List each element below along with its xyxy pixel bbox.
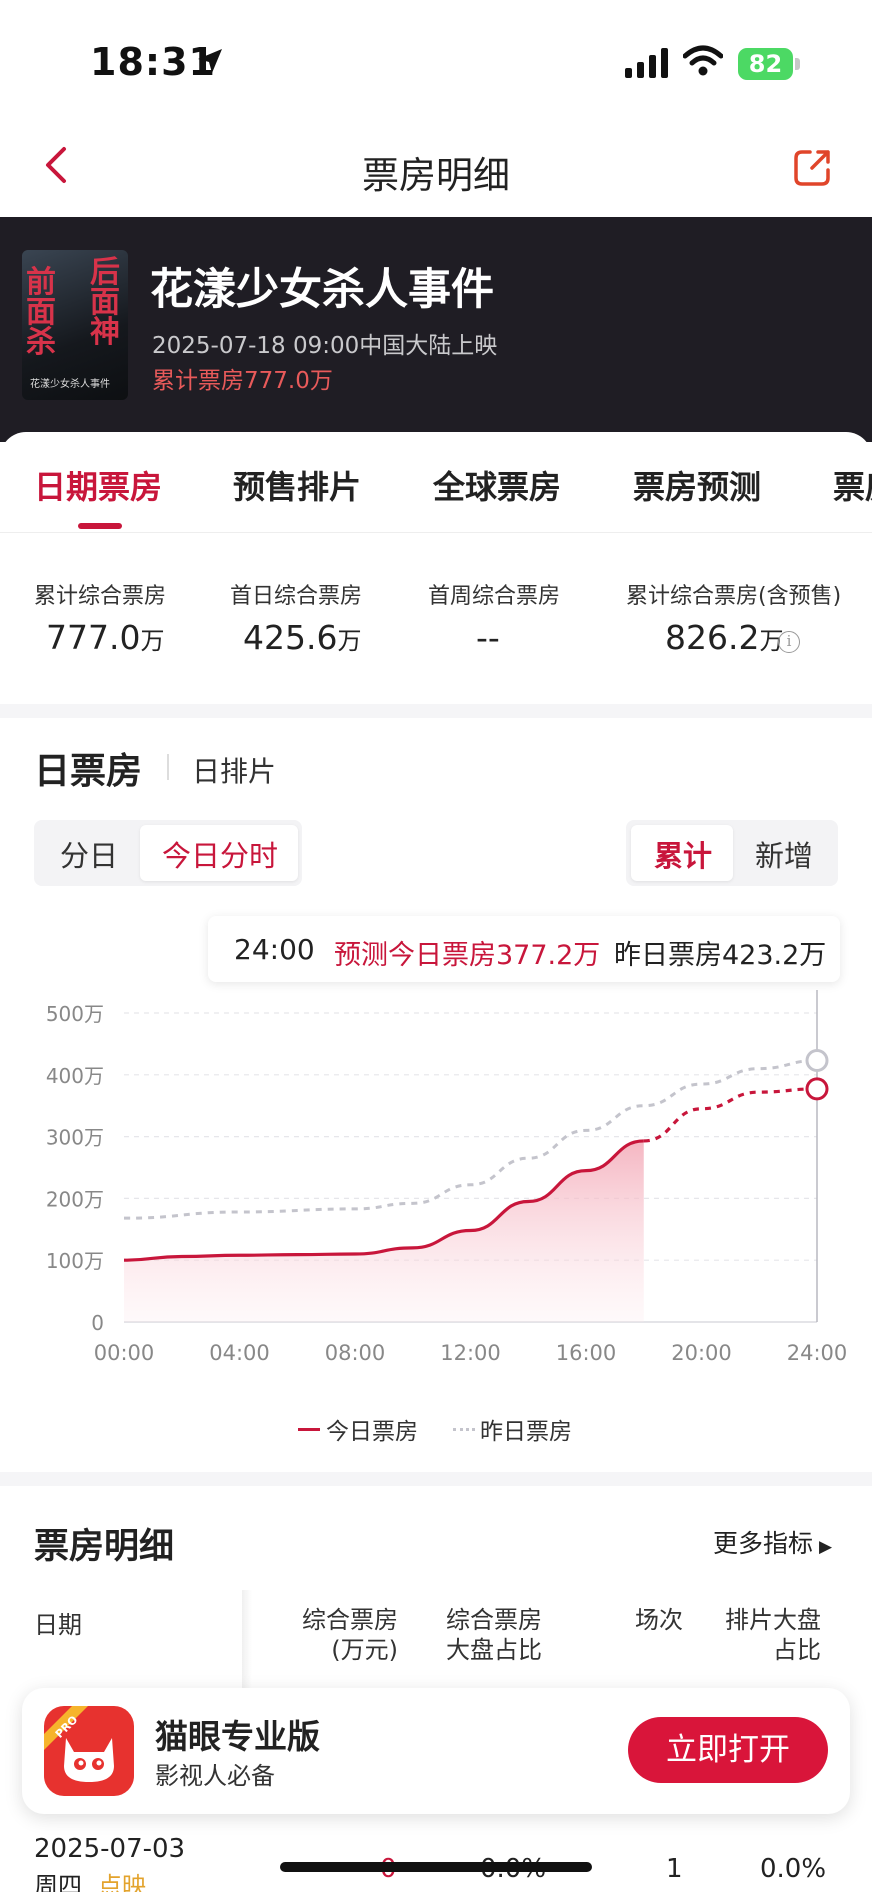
tooltip-yesterday: 昨日票房423.2万 [614,940,827,971]
more-metrics-label: 更多指标 [713,1529,814,1558]
tab-presale-schedule[interactable]: 预售排片 [233,462,361,508]
point-today-end [805,1077,829,1101]
divider [0,532,872,533]
x-tick-label: 20:00 [671,1341,732,1365]
info-icon[interactable]: i [778,631,800,653]
divider [167,754,169,780]
movie-title: 花漾少女杀人事件 [150,265,494,315]
share-icon[interactable] [790,146,834,190]
app-name: 猫眼专业版 [155,1717,320,1756]
frozen-column-shadow [242,1590,252,1700]
section-title[interactable]: 日票房 [34,742,142,794]
column-header-shows[interactable]: 场次 [635,1605,683,1635]
x-tick-label: 00:00 [94,1341,155,1365]
segment-incremental[interactable]: 新增 [755,833,813,875]
more-metrics-link[interactable]: 更多指标 ▶ [713,1524,832,1560]
stat-label-first-day: 首日综合票房 [230,584,363,609]
segment-by-day[interactable]: 分日 [60,833,118,875]
location-arrow-icon [198,49,222,73]
section-subtitle-schedule[interactable]: 日排片 [192,750,276,790]
tab-forecast[interactable]: 票房预测 [633,462,761,508]
series-today-area [124,1140,644,1322]
stat-value-first-week: -- [476,618,500,657]
row-schedule-share: 0.0% [760,1854,827,1884]
stat-value-first-day: 425.6万 [243,618,362,657]
section-gap [0,1472,872,1486]
section-gap [0,704,872,718]
hourly-box-office-chart[interactable]: 0 100万 200万 300万 400万 500万 00:00 04:00 08:00 12:… [0,990,872,1390]
movie-poster[interactable]: 前面杀 后面神 花漾少女杀人事件 [22,250,128,400]
x-tick-label: 04:00 [209,1341,270,1365]
tab-indicator [78,523,122,529]
series-today-forecast [643,1087,818,1143]
row-date: 2025-07-03 [34,1834,186,1864]
legend-yesterday: 昨日票房 [480,1419,572,1445]
tooltip-predicted: 预测今日票房377.2万 [334,940,601,971]
row-weekday: 周四 [34,1872,82,1892]
page-title: 票房明细 [362,154,510,197]
x-tick-label: 24:00 [787,1341,848,1365]
legend-today: 今日票房 [326,1419,418,1445]
y-tick-label: 200万 [46,1187,104,1211]
x-tick-label: 12:00 [440,1341,501,1365]
release-date: 2025-07-18 09:00中国大陆上映 [152,333,498,359]
app-slogan: 影视人必备 [155,1762,275,1790]
stat-value-total: 777.0万 [46,618,165,657]
row-tag-preview: 点映 [98,1872,146,1892]
stat-value-total-presale: 826.2万 [665,618,784,657]
y-tick-label: 500万 [46,1002,104,1026]
tab-global-box-office[interactable]: 全球票房 [433,462,561,508]
open-app-button[interactable]: 立即打开 [628,1717,828,1783]
poster-caption: 花漾少女杀人事件 [30,379,110,390]
y-tick-label: 0 [91,1311,104,1335]
home-indicator[interactable] [280,1862,592,1872]
column-header-box-office[interactable]: 综合票房 (万元) [302,1605,398,1665]
x-tick-label: 08:00 [325,1341,386,1365]
legend-yesterday-swatch [453,1428,475,1431]
series-yesterday-line [123,1058,818,1220]
battery-cap [795,58,800,70]
cellular-signal-icon [625,48,668,78]
column-header-schedule-share[interactable]: 排片大盘 占比 [725,1605,821,1665]
stat-label-first-week: 首周综合票房 [428,584,561,609]
maoyan-logo: PRO [44,1706,134,1796]
legend-today-swatch [298,1428,320,1431]
stat-label-total: 累计综合票房 [34,584,167,609]
poster-text-left: 前面杀 [26,265,56,360]
point-yesterday-end [805,1048,829,1072]
segment-cumulative[interactable]: 累计 [654,833,712,875]
y-tick-label: 400万 [46,1064,104,1088]
total-box-office: 累计票房777.0万 [152,368,333,394]
x-tick-label: 16:00 [556,1341,617,1365]
tab-daily-box-office[interactable]: 日期票房 [34,462,162,508]
segment-today-hourly[interactable]: 今日分时 [162,833,278,875]
tab-more[interactable]: 票房 [833,462,872,508]
y-tick-label: 100万 [46,1249,104,1273]
y-tick-label: 300万 [46,1126,104,1150]
caret-right-icon: ▶ [819,1537,833,1557]
poster-text-right: 后面神 [90,255,120,350]
row-shows: 1 [666,1854,683,1884]
column-header-date: 日期 [34,1611,82,1639]
stat-label-total-presale: 累计综合票房(含预售) [626,584,842,609]
wifi-icon [683,45,723,76]
column-header-market-share[interactable]: 综合票房 大盘占比 [446,1605,542,1665]
battery-icon: 82 [738,48,793,80]
tooltip-time: 24:00 [234,933,315,966]
detail-title: 票房明细 [34,1527,175,1567]
